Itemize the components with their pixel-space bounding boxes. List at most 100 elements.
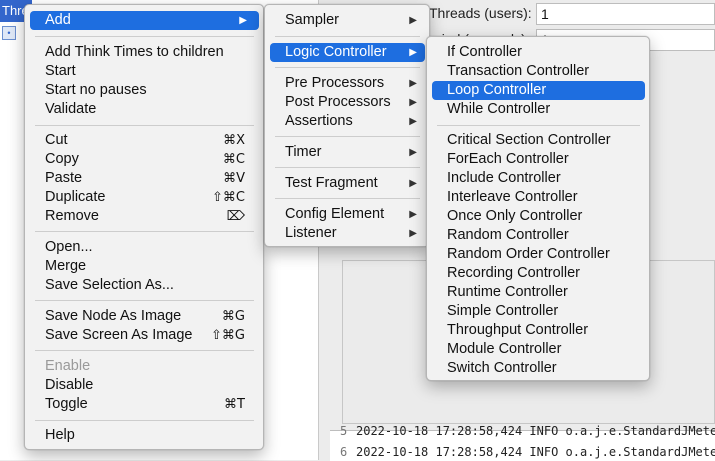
menu-item-throughput-controller[interactable]: Throughput Controller xyxy=(432,321,645,340)
menu-item-add-think-times[interactable]: Add Think Times to children xyxy=(30,43,259,62)
shortcut-label: ⌘X xyxy=(223,133,245,148)
menu-item-label: Random Controller xyxy=(447,227,569,243)
shortcut-label: ⌘V xyxy=(223,171,245,186)
menu-item-label: Post Processors xyxy=(285,94,391,110)
submenu-arrow-icon: ▶ xyxy=(409,147,417,158)
menu-item-copy[interactable]: Copy ⌘C xyxy=(30,150,259,169)
menu-item-enable: Enable xyxy=(30,357,259,376)
menu-item-cut[interactable]: Cut ⌘X xyxy=(30,131,259,150)
menu-item-sampler[interactable]: Sampler ▶ xyxy=(270,11,425,30)
menu-item-label: Add xyxy=(45,12,71,28)
menu-item-random-order-controller[interactable]: Random Order Controller xyxy=(432,245,645,264)
menu-item-test-fragment[interactable]: Test Fragment ▶ xyxy=(270,174,425,193)
submenu-arrow-icon: ▶ xyxy=(409,97,417,108)
menu-item-module-controller[interactable]: Module Controller xyxy=(432,340,645,359)
menu-item-logic-controller[interactable]: Logic Controller ▶ xyxy=(270,43,425,62)
log-line: 2022-10-18 17:28:58,424 INFO o.a.j.e.Sta… xyxy=(356,424,715,438)
menu-item-label: Save Node As Image xyxy=(45,308,182,324)
menu-item-label: Pre Processors xyxy=(285,75,385,91)
menu-item-config-element[interactable]: Config Element ▶ xyxy=(270,205,425,224)
menu-item-toggle[interactable]: Toggle ⌘T xyxy=(30,395,259,414)
menu-item-label: Throughput Controller xyxy=(447,322,589,338)
delete-forward-icon: ⌦ xyxy=(226,209,245,224)
menu-item-label: Toggle xyxy=(45,396,88,412)
menu-separator xyxy=(275,198,420,199)
menu-item-post-processors[interactable]: Post Processors ▶ xyxy=(270,93,425,112)
menu-item-include-controller[interactable]: Include Controller xyxy=(432,169,645,188)
menu-item-merge[interactable]: Merge xyxy=(30,257,259,276)
submenu-arrow-icon: ▶ xyxy=(409,15,417,26)
shortcut-label: ⌘T xyxy=(224,397,245,412)
menu-item-label: Loop Controller xyxy=(447,82,547,98)
menu-item-label: Transaction Controller xyxy=(447,63,590,79)
menu-item-label: Disable xyxy=(45,377,94,393)
menu-item-label: Config Element xyxy=(285,206,385,222)
menu-item-listener[interactable]: Listener ▶ xyxy=(270,224,425,243)
menu-item-interleave-controller[interactable]: Interleave Controller xyxy=(432,188,645,207)
menu-separator xyxy=(275,36,420,37)
menu-item-random-controller[interactable]: Random Controller xyxy=(432,226,645,245)
menu-item-label: While Controller xyxy=(447,101,551,117)
menu-separator xyxy=(35,36,254,37)
menu-item-paste[interactable]: Paste ⌘V xyxy=(30,169,259,188)
menu-item-remove[interactable]: Remove ⌦ xyxy=(30,207,259,226)
menu-item-disable[interactable]: Disable xyxy=(30,376,259,395)
menu-item-label: If Controller xyxy=(447,44,522,60)
menu-item-timer[interactable]: Timer ▶ xyxy=(270,143,425,162)
menu-item-start-no-pauses[interactable]: Start no pauses xyxy=(30,81,259,100)
menu-item-if-controller[interactable]: If Controller xyxy=(432,43,645,62)
menu-item-switch-controller[interactable]: Switch Controller xyxy=(432,359,645,378)
submenu-arrow-icon: ▶ xyxy=(409,178,417,189)
menu-separator xyxy=(35,420,254,421)
menu-item-label: Timer xyxy=(285,144,322,160)
menu-item-label: Runtime Controller xyxy=(447,284,568,300)
menu-item-simple-controller[interactable]: Simple Controller xyxy=(432,302,645,321)
menu-item-duplicate[interactable]: Duplicate ⇧⌘C xyxy=(30,188,259,207)
menu-item-transaction-controller[interactable]: Transaction Controller xyxy=(432,62,645,81)
menu-item-label: Paste xyxy=(45,170,83,186)
menu-item-assertions[interactable]: Assertions ▶ xyxy=(270,112,425,131)
menu-item-once-only-controller[interactable]: Once Only Controller xyxy=(432,207,645,226)
menu-item-label: Merge xyxy=(45,258,87,274)
menu-item-runtime-controller[interactable]: Runtime Controller xyxy=(432,283,645,302)
log-line-number: 6 xyxy=(340,445,348,459)
menu-item-loop-controller[interactable]: Loop Controller xyxy=(432,81,645,100)
menu-separator xyxy=(35,350,254,351)
menu-item-label: Help xyxy=(45,427,75,443)
menu-item-label: Start xyxy=(45,63,76,79)
menu-item-critical-section-controller[interactable]: Critical Section Controller xyxy=(432,131,645,150)
menu-item-label: Add Think Times to children xyxy=(45,44,224,60)
menu-item-label: Open... xyxy=(45,239,93,255)
menu-item-save-selection-as[interactable]: Save Selection As... xyxy=(30,276,259,295)
menu-item-save-node-as-image[interactable]: Save Node As Image ⌘G xyxy=(30,307,259,326)
menu-item-validate[interactable]: Validate xyxy=(30,100,259,119)
threads-input[interactable]: 1 xyxy=(536,3,715,25)
menu-item-label: Save Selection As... xyxy=(45,277,174,293)
tree-node-icon: • xyxy=(2,26,16,40)
submenu-arrow-icon: ▶ xyxy=(409,78,417,89)
menu-item-label: Recording Controller xyxy=(447,265,580,281)
menu-item-save-screen-as-image[interactable]: Save Screen As Image ⇧⌘G xyxy=(30,326,259,345)
menu-item-label: Duplicate xyxy=(45,189,106,205)
context-menu: Add ▶ Add Think Times to children Start … xyxy=(24,4,264,450)
menu-item-start[interactable]: Start xyxy=(30,62,259,81)
shortcut-label: ⌘G xyxy=(221,309,245,324)
menu-separator xyxy=(35,125,254,126)
menu-item-label: Start no pauses xyxy=(45,82,147,98)
menu-item-recording-controller[interactable]: Recording Controller xyxy=(432,264,645,283)
menu-item-label: Assertions xyxy=(285,113,353,129)
shortcut-label: ⇧⌘C xyxy=(212,190,245,205)
menu-item-label: Save Screen As Image xyxy=(45,327,193,343)
menu-item-add[interactable]: Add ▶ xyxy=(30,11,259,30)
menu-item-label: Random Order Controller xyxy=(447,246,610,262)
menu-item-help[interactable]: Help xyxy=(30,426,259,445)
menu-item-label: Interleave Controller xyxy=(447,189,578,205)
submenu-arrow-icon: ▶ xyxy=(409,209,417,220)
menu-separator xyxy=(35,300,254,301)
menu-separator xyxy=(35,231,254,232)
menu-item-pre-processors[interactable]: Pre Processors ▶ xyxy=(270,74,425,93)
log-panel: 5 2022-10-18 17:28:58,424 INFO o.a.j.e.S… xyxy=(330,424,715,461)
menu-item-while-controller[interactable]: While Controller xyxy=(432,100,645,119)
menu-item-open[interactable]: Open... xyxy=(30,238,259,257)
menu-item-foreach-controller[interactable]: ForEach Controller xyxy=(432,150,645,169)
